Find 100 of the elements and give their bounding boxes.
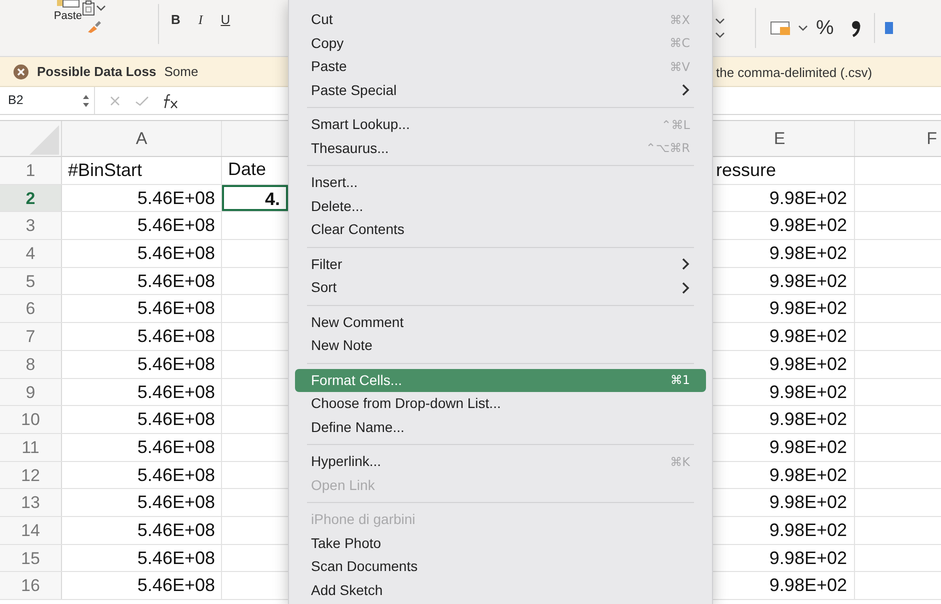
table-cell: 9.98E+02 xyxy=(769,436,847,457)
toolbar-icon[interactable] xyxy=(882,20,893,36)
shortcut-label: ⌃⌥⌘R xyxy=(646,140,690,158)
warning-message: the comma-delimited (.csv) xyxy=(716,64,872,82)
table-cell: 5.46E+08 xyxy=(137,520,215,540)
table-cell: 5.46E+08 xyxy=(137,298,215,318)
table-cell: 5.46E+08 xyxy=(137,409,215,430)
clipboard-icon xyxy=(55,0,81,8)
shortcut-label: ⌘K xyxy=(670,454,690,471)
menu-item[interactable]: Copy ⌘C xyxy=(295,32,706,55)
table-cell: 9.98E+02 xyxy=(769,409,847,430)
menu-item[interactable]: New Comment xyxy=(295,310,706,334)
table-cell: Date xyxy=(228,159,266,179)
menu-item[interactable]: Hyperlink... ⌘K xyxy=(295,450,706,474)
menu-item[interactable]: Sort xyxy=(295,276,706,300)
underline-button[interactable]: U xyxy=(216,10,234,30)
paste-button[interactable]: Paste xyxy=(50,0,86,30)
menu-item[interactable]: Scan Documents xyxy=(295,555,706,578)
caret-icon[interactable] xyxy=(798,24,808,32)
row-header[interactable]: 5 xyxy=(0,268,62,294)
menu-item[interactable]: Cut ⌘X xyxy=(295,8,706,32)
table-cell: 9.98E+02 xyxy=(769,492,847,512)
column-header[interactable]: E xyxy=(774,129,786,148)
shortcut-label: ⌘C xyxy=(670,35,690,52)
table-cell: 9.98E+02 xyxy=(769,298,847,318)
table-cell: 9.98E+02 xyxy=(769,243,847,264)
row-header[interactable]: 14 xyxy=(0,516,62,544)
column-header[interactable]: A xyxy=(136,129,148,148)
chevron-right-icon xyxy=(682,84,690,96)
caret-icon[interactable] xyxy=(96,4,106,12)
row-header[interactable]: 10 xyxy=(0,406,62,433)
menu-item[interactable]: Format Cells... ⌘1 xyxy=(295,368,706,392)
menu-item[interactable]: Take Photo xyxy=(295,532,706,555)
shortcut-label: ⌘X xyxy=(670,12,690,29)
menu-item[interactable]: Paste Special xyxy=(295,78,706,102)
name-box[interactable]: B2 xyxy=(0,87,95,114)
warning-title: Possible Data Loss xyxy=(37,62,156,81)
row-header[interactable]: 13 xyxy=(0,489,62,516)
menu-item[interactable]: Insert... xyxy=(295,171,706,194)
table-cell: 5.46E+08 xyxy=(137,326,215,346)
stepper-icon[interactable] xyxy=(82,94,90,108)
menu-item[interactable]: Paste ⌘V xyxy=(295,55,706,78)
row-header[interactable]: 8 xyxy=(0,350,62,378)
check-icon[interactable] xyxy=(135,94,149,106)
row-header[interactable]: 12 xyxy=(0,462,62,488)
table-cell: 5.46E+08 xyxy=(137,464,215,485)
table-cell: 5.46E+08 xyxy=(137,243,215,264)
table-cell: 5.46E+08 xyxy=(137,188,215,208)
selected-cell[interactable]: 4. xyxy=(222,184,288,212)
menu-item[interactable]: Define Name... xyxy=(295,416,706,439)
menu-item[interactable]: Add Sketch xyxy=(295,578,706,602)
bold-button[interactable]: B xyxy=(167,10,184,30)
row-header[interactable]: 16 xyxy=(0,572,62,599)
table-cell: 9.98E+02 xyxy=(769,464,847,485)
row-header[interactable]: 1 xyxy=(0,157,62,184)
table-cell: 5.46E+08 xyxy=(137,382,215,402)
table-cell: 5.46E+08 xyxy=(137,215,215,236)
function-icon[interactable] xyxy=(161,92,179,108)
row-header[interactable]: 9 xyxy=(0,378,62,406)
error-icon xyxy=(13,64,29,80)
shortcut-label: ⌘V xyxy=(670,58,690,76)
row-header[interactable]: 3 xyxy=(0,212,62,240)
table-cell: 9.98E+02 xyxy=(769,382,847,402)
format-painter-icon[interactable] xyxy=(86,20,102,34)
menu-item[interactable]: New Note xyxy=(295,334,706,358)
chevron-right-icon xyxy=(682,258,690,270)
table-cell: 9.98E+02 xyxy=(769,354,847,374)
table-cell: 9.98E+02 xyxy=(769,326,847,346)
table-cell: 9.98E+02 xyxy=(769,548,847,568)
row-header[interactable]: 2 xyxy=(0,184,62,212)
menu-item[interactable]: Clear Contents xyxy=(295,218,706,242)
comma-style-icon[interactable] xyxy=(850,19,862,37)
table-cell: 9.98E+02 xyxy=(769,215,847,236)
table-cell: 5.46E+08 xyxy=(137,270,215,291)
menu-item[interactable]: Smart Lookup... ⌃⌘L xyxy=(295,113,706,136)
menu-item[interactable]: Filter xyxy=(295,252,706,276)
table-cell: 5.46E+08 xyxy=(137,575,215,596)
percent-button[interactable]: % xyxy=(812,13,838,43)
menu-item[interactable]: Thesaurus... ⌃⌥⌘R xyxy=(295,136,706,160)
row-header[interactable]: 15 xyxy=(0,544,62,572)
italic-button[interactable]: I xyxy=(194,10,207,30)
row-header[interactable]: 4 xyxy=(0,240,62,267)
table-cell: 5.46E+08 xyxy=(137,492,215,512)
table-cell: 9.98E+02 xyxy=(769,575,847,596)
table-cell: 9.98E+02 xyxy=(769,520,847,540)
row-header[interactable]: 6 xyxy=(0,295,62,322)
row-header[interactable]: 7 xyxy=(0,323,62,350)
copy-icon[interactable] xyxy=(82,0,96,16)
number-format-icon[interactable] xyxy=(770,20,792,36)
table-cell: 9.98E+02 xyxy=(769,270,847,291)
shortcut-label: ⌃⌘L xyxy=(661,116,690,134)
menu-item[interactable]: Choose from Drop-down List... xyxy=(295,392,706,416)
row-header[interactable]: 11 xyxy=(0,434,62,461)
warning-message: Some xyxy=(164,62,198,81)
menu-item[interactable]: Delete... xyxy=(295,194,706,218)
table-cell: 5.46E+08 xyxy=(137,436,215,457)
table-cell: #BinStart xyxy=(68,160,142,180)
column-header[interactable]: F xyxy=(926,129,937,148)
shortcut-label: ⌘1 xyxy=(670,372,690,390)
table-cell: 5.46E+08 xyxy=(137,354,215,374)
